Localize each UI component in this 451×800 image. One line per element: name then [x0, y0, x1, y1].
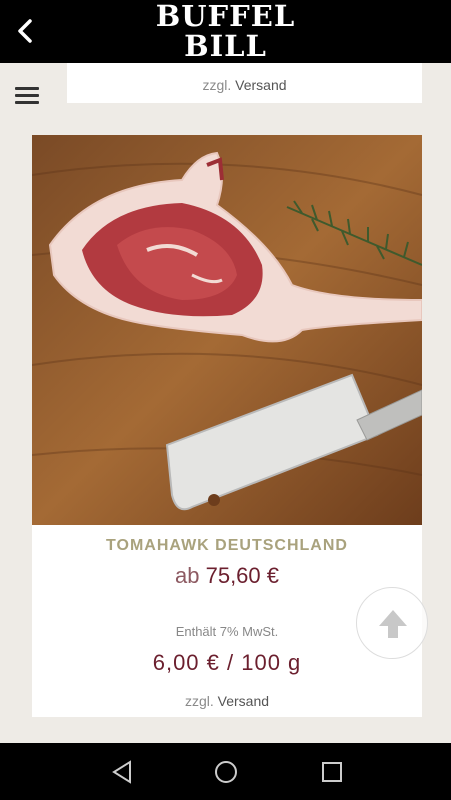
nav-recents-button[interactable]	[317, 757, 347, 787]
shipping-link[interactable]: Versand	[218, 693, 269, 709]
nav-back-icon	[112, 760, 131, 784]
price-value: 75,60 €	[205, 563, 279, 588]
product-photo	[32, 135, 422, 525]
brand-logo[interactable]: BUFFEL BILL	[0, 0, 451, 63]
shipping-link[interactable]: Versand	[235, 77, 286, 93]
nav-back-button[interactable]	[108, 757, 138, 787]
product-image[interactable]	[32, 135, 422, 525]
logo-line-1: BUFFEL	[155, 0, 296, 33]
hamburger-line	[15, 94, 39, 97]
nav-recents-icon	[322, 762, 342, 782]
nav-home-button[interactable]	[211, 757, 241, 787]
shipping-prefix: zzgl.	[202, 77, 232, 93]
scroll-to-top-button[interactable]	[356, 587, 428, 659]
hamburger-line	[15, 101, 39, 104]
hamburger-menu-icon	[15, 87, 39, 90]
menu-button[interactable]	[15, 83, 43, 109]
product-price: ab 75,60 €	[32, 563, 422, 589]
logo-line-2: BILL	[184, 29, 267, 63]
shipping-note: zzgl. Versand	[32, 693, 422, 709]
previous-shipping-note: zzgl. Versand	[67, 77, 422, 93]
app-header: BUFFEL BILL	[0, 0, 451, 63]
previous-product-card[interactable]: zzgl. Versand	[67, 63, 422, 103]
price-prefix: ab	[174, 563, 200, 588]
nav-home-icon	[215, 761, 237, 783]
shipping-prefix: zzgl.	[184, 693, 214, 709]
arrow-up-icon	[379, 610, 407, 638]
android-navigation-bar	[0, 743, 451, 800]
product-title[interactable]: TOMAHAWK DEUTSCHLAND	[32, 537, 422, 555]
main-content[interactable]: zzgl. Versand TOMAHAWK DEUTSCHLAND ab 75…	[0, 63, 451, 743]
